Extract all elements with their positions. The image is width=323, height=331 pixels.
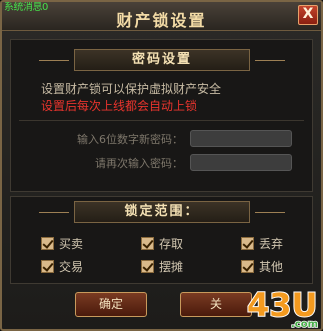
property-lock-dialog: 系统消息0 财产锁设置 X 密码设置 设置财产锁可以保护虚拟财产安全 设置后每次… — [0, 0, 323, 331]
checkbox-label: 存取 — [159, 237, 184, 251]
section-divider — [19, 120, 304, 121]
checkbox-other[interactable]: 其他 — [241, 258, 283, 275]
checkbox-label: 交易 — [59, 260, 84, 274]
checkbox-checked-icon[interactable] — [141, 260, 154, 273]
checkbox-checked-icon[interactable] — [241, 237, 254, 250]
lock-scope-heading: 锁定范围： — [39, 201, 285, 223]
checkbox-checked-icon[interactable] — [41, 237, 54, 250]
password-section-heading: 密码设置 — [39, 49, 285, 71]
confirm-password-label: 请再次输入密码： — [95, 157, 183, 170]
close-button[interactable]: X — [298, 5, 318, 25]
checkbox-stall[interactable]: 摆摊 — [141, 258, 183, 275]
checkbox-label: 丢弃 — [259, 237, 284, 251]
title-bar: 系统消息0 财产锁设置 X — [2, 2, 321, 31]
info-text-protect: 设置财产锁可以保护虚拟财产安全 — [41, 82, 222, 96]
lock-scope-panel: 锁定范围： 买卖 存取 丢弃 交易 摆摊 其他 — [10, 196, 313, 284]
new-password-label: 输入6位数字新密码： — [77, 133, 183, 146]
43u-logo-watermark: 43U .com — [246, 285, 319, 330]
checkbox-checked-icon[interactable] — [241, 260, 254, 273]
checkbox-buy-sell[interactable]: 买卖 — [41, 235, 83, 252]
cancel-button[interactable]: 关 — [180, 292, 252, 317]
checkbox-checked-icon[interactable] — [141, 237, 154, 250]
dialog-title: 财产锁设置 — [116, 11, 207, 30]
new-password-input[interactable] — [190, 130, 292, 147]
checkbox-label: 摆摊 — [159, 260, 184, 274]
checkbox-trade[interactable]: 交易 — [41, 258, 83, 275]
watermark-suffix: .com — [291, 319, 318, 330]
checkbox-label: 其他 — [259, 260, 284, 274]
confirm-password-input[interactable] — [190, 154, 292, 171]
password-panel: 密码设置 设置财产锁可以保护虚拟财产安全 设置后每次上线都会自动上锁 输入6位数… — [10, 39, 313, 192]
confirm-button[interactable]: 确定 — [75, 292, 147, 317]
checkbox-checked-icon[interactable] — [41, 260, 54, 273]
checkbox-storage[interactable]: 存取 — [141, 235, 183, 252]
checkbox-discard[interactable]: 丢弃 — [241, 235, 283, 252]
checkbox-label: 买卖 — [59, 237, 84, 251]
info-text-autolock: 设置后每次上线都会自动上锁 — [41, 99, 198, 113]
